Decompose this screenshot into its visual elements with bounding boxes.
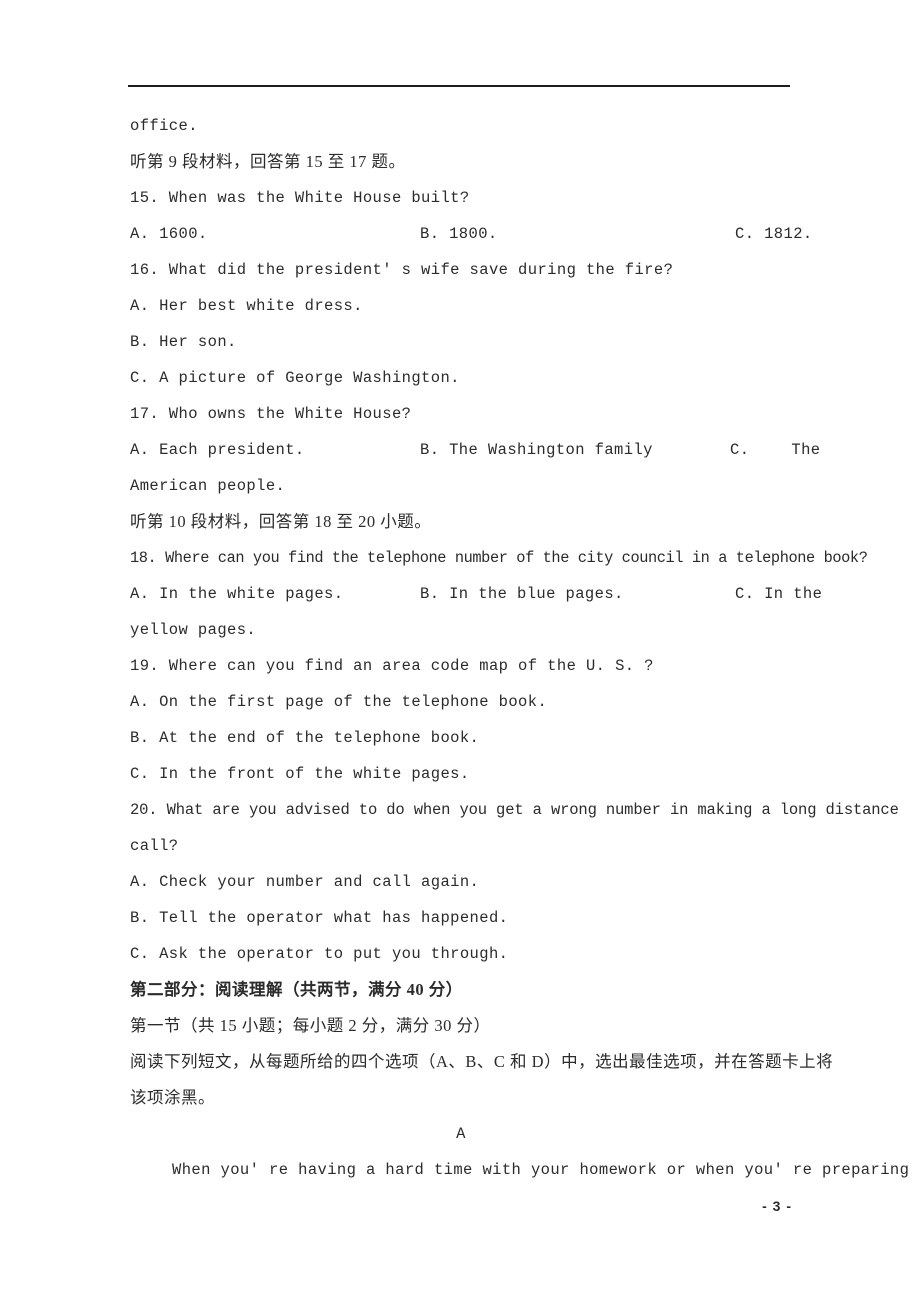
- listening-instruction-9: 听第 9 段材料，回答第 15 至 17 题。: [130, 152, 406, 171]
- listening-instruction-10: 听第 10 段材料，回答第 18 至 20 小题。: [130, 512, 432, 531]
- passage-a-first-line: When you' re having a hard time with you…: [172, 1161, 920, 1179]
- question-17-option-c-text: The: [791, 441, 821, 459]
- reading-instructions-line-1: 阅读下列短文，从每题所给的四个选项（A、B、C 和 D）中，选出最佳选项，并在答…: [130, 1052, 834, 1071]
- question-20-stem: 20. What are you advised to do when you …: [130, 801, 899, 819]
- question-19-option-a: A. On the first page of the telephone bo…: [130, 693, 548, 711]
- question-19-stem: 19. Where can you find an area code map …: [130, 657, 654, 675]
- question-15-stem: 15. When was the White House built?: [130, 189, 470, 207]
- question-16-option-b: B. Her son.: [130, 333, 237, 351]
- question-15-option-c: C. 1812.: [735, 225, 813, 243]
- question-18-option-b: B. In the blue pages.: [420, 585, 624, 603]
- question-18-options: A. In the white pages. B. In the blue pa…: [130, 576, 822, 612]
- question-20-stem-continuation: call?: [130, 837, 179, 855]
- reading-instructions-line-2: 该项涂黑。: [130, 1088, 215, 1107]
- question-17-option-c: C. The: [730, 432, 821, 468]
- continuation-office: office.: [130, 117, 198, 135]
- page-number: - 3 -: [762, 1198, 792, 1214]
- question-19-option-c: C. In the front of the white pages.: [130, 765, 470, 783]
- question-20-option-b: B. Tell the operator what has happened.: [130, 909, 509, 927]
- passage-label-a: A: [456, 1125, 466, 1143]
- section-one-heading: 第一节（共 15 小题；每小题 2 分，满分 30 分）: [130, 1016, 491, 1035]
- question-18-option-a: A. In the white pages.: [130, 585, 344, 603]
- question-17-option-c-continuation: American people.: [130, 477, 286, 495]
- question-17-option-b: B. The Washington family: [420, 441, 653, 459]
- header-rule-divider: [128, 85, 790, 87]
- exam-paper-page: office. 听第 9 段材料，回答第 15 至 17 题。 15. When…: [0, 0, 920, 1302]
- question-15-option-a: A. 1600.: [130, 225, 208, 243]
- question-15-options: A. 1600. B. 1800. C. 1812.: [130, 216, 812, 252]
- question-18-stem: 18. Where can you find the telephone num…: [130, 549, 868, 567]
- page-content: office. 听第 9 段材料，回答第 15 至 17 题。 15. When…: [130, 108, 920, 1188]
- question-17-option-a: A. Each president.: [130, 441, 305, 459]
- question-17-options: A. Each president. B. The Washington fam…: [130, 432, 820, 468]
- question-18-option-c: C. In the: [735, 585, 823, 603]
- question-16-option-c: C. A picture of George Washington.: [130, 369, 460, 387]
- question-19-option-b: B. At the end of the telephone book.: [130, 729, 480, 747]
- question-16-option-a: A. Her best white dress.: [130, 297, 363, 315]
- question-20-option-c: C. Ask the operator to put you through.: [130, 945, 509, 963]
- question-18-option-c-continuation: yellow pages.: [130, 621, 257, 639]
- question-16-stem: 16. What did the president' s wife save …: [130, 261, 674, 279]
- question-15-option-b: B. 1800.: [420, 225, 498, 243]
- question-17-option-c-label: C.: [730, 441, 750, 459]
- question-20-option-a: A. Check your number and call again.: [130, 873, 480, 891]
- part-two-heading: 第二部分：阅读理解（共两节，满分 40 分）: [130, 980, 463, 999]
- question-17-stem: 17. Who owns the White House?: [130, 405, 412, 423]
